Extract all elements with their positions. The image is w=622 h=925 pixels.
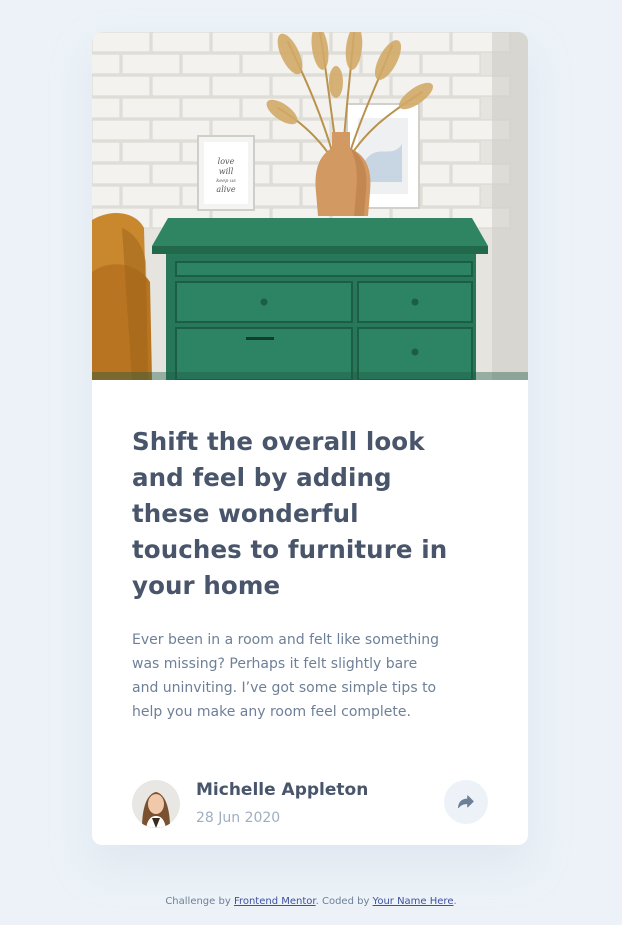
author-link[interactable]: Your Name Here bbox=[373, 896, 454, 907]
article-hero-image: love will keep us alive bbox=[92, 32, 528, 380]
drawers-photo: love will keep us alive bbox=[92, 32, 528, 380]
article-description: Ever been in a room and felt like someth… bbox=[132, 632, 440, 720]
share-arrow-icon bbox=[458, 795, 474, 809]
author-row: Michelle Appleton 28 Jun 2020 bbox=[132, 780, 488, 828]
avatar bbox=[132, 780, 180, 828]
post-date: 28 Jun 2020 bbox=[196, 810, 281, 826]
avatar-photo bbox=[132, 780, 180, 828]
attribution-prefix: Challenge by bbox=[165, 896, 234, 907]
article-card: love will keep us alive Shift the overal… bbox=[92, 32, 528, 845]
attribution-suffix: . bbox=[453, 896, 457, 907]
frame-text-line: will bbox=[219, 167, 234, 176]
frame-text-line: alive bbox=[216, 185, 235, 194]
article-content: Shift the overall look and feel by addin… bbox=[132, 424, 488, 724]
attribution-middle: . Coded by bbox=[315, 896, 373, 907]
article-title: Shift the overall look and feel by addin… bbox=[132, 427, 448, 600]
frontend-mentor-link[interactable]: Frontend Mentor bbox=[234, 896, 316, 907]
author-name: Michelle Appleton bbox=[196, 780, 369, 800]
frame-text-line: love bbox=[218, 157, 235, 166]
attribution: Challenge by Frontend Mentor. Coded by Y… bbox=[0, 893, 622, 911]
frame-text-line: keep us bbox=[216, 178, 236, 184]
share-button[interactable] bbox=[444, 780, 488, 824]
